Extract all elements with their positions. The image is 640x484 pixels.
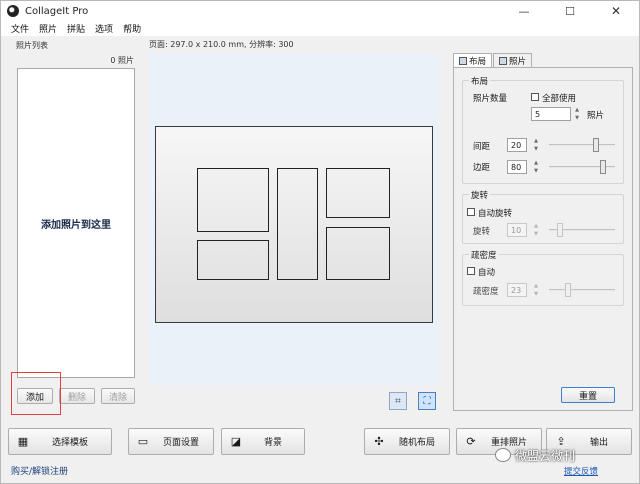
rotate-spinner[interactable]: ▲ ▼ — [532, 223, 540, 237]
feedback-link[interactable]: 提交反馈 — [564, 465, 598, 477]
watermark-text: 微盟云微刊 — [515, 449, 576, 463]
title-bar: CollageIt Pro — ☐ ✕ — [1, 1, 639, 21]
photo-slot[interactable] — [326, 168, 390, 218]
photo-slot[interactable] — [197, 168, 269, 232]
rotate-input[interactable]: 10 — [507, 223, 527, 237]
margin-slider-thumb[interactable] — [600, 160, 606, 174]
export-label: 输出 — [589, 438, 608, 448]
page-setup-label: 页面设置 — [162, 438, 199, 448]
add-button-highlight — [11, 372, 61, 415]
window-title: CollageIt Pro — [25, 5, 89, 17]
template-icon: ▦ — [17, 435, 29, 448]
photo-slot[interactable] — [277, 168, 318, 280]
auto-rotate-label: 自动旋转 — [478, 209, 513, 219]
photo-list-panel: 照片列表 0 照片 添加照片到这里 添加 删除 清除 — [11, 38, 142, 412]
random-layout-icon: ✣ — [374, 435, 384, 448]
density-group: 疏密度 自动 疏密度 23 ▲ ▼ — [462, 249, 624, 306]
photo-count-input[interactable]: 5 — [531, 107, 571, 121]
menu-photo[interactable]: 照片 — [39, 22, 57, 35]
spacing-input[interactable]: 20 — [507, 138, 527, 152]
auto-density-label: 自动 — [478, 268, 496, 278]
layout-group-title: 布局 — [469, 75, 491, 87]
density-spinner[interactable]: ▲ ▼ — [532, 283, 540, 297]
photo-drop-area[interactable]: 添加照片到这里 — [17, 68, 135, 378]
window-controls: — ☐ ✕ — [501, 1, 639, 21]
collage-page[interactable] — [155, 126, 433, 323]
select-template-button[interactable]: ▦ 选择模板 — [8, 428, 112, 455]
margin-label: 边距 — [473, 163, 491, 173]
canvas-area[interactable] — [149, 53, 439, 385]
spacing-label: 间距 — [473, 142, 491, 152]
auto-density-checkbox[interactable] — [467, 267, 475, 275]
watermark-logo-icon — [495, 448, 511, 462]
photo-slot[interactable] — [197, 240, 269, 280]
app-window: CollageIt Pro — ☐ ✕ 文件 照片 拼贴 选项 帮助 照片列表 … — [0, 0, 640, 484]
photo-slot[interactable] — [326, 227, 390, 280]
shuffle-icon: ⟳ — [466, 435, 476, 448]
spacing-slider-thumb[interactable] — [593, 138, 599, 152]
photo-count: 0 照片 — [110, 56, 134, 65]
background-button[interactable]: ◪ 背景 — [221, 428, 305, 455]
reset-button[interactable]: 重置 — [561, 387, 615, 403]
menu-help[interactable]: 帮助 — [123, 22, 141, 35]
rotation-group: 旋转 自动旋转 旋转 10 ▲ ▼ — [462, 189, 624, 244]
fit-page-icon[interactable]: ⌗ — [389, 392, 407, 410]
spacing-slider-track — [549, 144, 615, 146]
tab-layout-label: 布局 — [469, 56, 487, 67]
background-label: 背景 — [263, 438, 282, 448]
register-link[interactable]: 购买/解锁注册 — [11, 464, 68, 477]
margin-input[interactable]: 80 — [507, 160, 527, 174]
menu-options[interactable]: 选项 — [95, 22, 113, 35]
random-layout-button[interactable]: ✣ 随机布局 — [364, 428, 450, 455]
menu-collage[interactable]: 拼贴 — [67, 22, 85, 35]
photo-count-label: 照片数量 — [473, 94, 508, 104]
tab-photo[interactable]: 照片 — [493, 53, 533, 67]
density-group-title: 疏密度 — [469, 249, 499, 261]
page-setup-button[interactable]: ▭ 页面设置 — [128, 428, 214, 455]
use-all-label: 全部使用 — [542, 94, 577, 104]
density-slider-thumb[interactable] — [565, 283, 571, 297]
background-icon: ◪ — [230, 435, 242, 448]
rotation-group-title: 旋转 — [469, 189, 491, 201]
select-template-label: 选择模板 — [51, 438, 88, 448]
rotate-slider-thumb[interactable] — [557, 223, 563, 237]
maximize-button[interactable]: ☐ — [547, 1, 593, 21]
delete-photo-button[interactable]: 删除 — [59, 388, 95, 404]
settings-tabs: 布局 照片 — [453, 53, 533, 67]
layout-group: 布局 照片数量 全部使用 5 ▲ ▼ 照片 间距 20 ▲ ▼ 边距 80 ▲ ▼ — [462, 75, 624, 184]
photo-count-spinner[interactable]: ▲ ▼ — [573, 107, 581, 121]
app-logo-icon — [7, 5, 19, 17]
auto-rotate-checkbox[interactable] — [467, 208, 475, 216]
rotate-label: 旋转 — [473, 227, 491, 237]
drop-hint: 添加照片到这里 — [41, 219, 111, 231]
density-label: 疏密度 — [473, 287, 499, 297]
density-input[interactable]: 23 — [507, 283, 527, 297]
margin-spinner[interactable]: ▲ ▼ — [532, 160, 540, 174]
spacing-spinner[interactable]: ▲ ▼ — [532, 138, 540, 152]
menu-bar: 文件 照片 拼贴 选项 帮助 — [1, 21, 639, 36]
close-button[interactable]: ✕ — [593, 1, 639, 21]
photo-unit-label: 照片 — [587, 111, 605, 121]
layout-settings-panel: 布局 照片数量 全部使用 5 ▲ ▼ 照片 间距 20 ▲ ▼ 边距 80 ▲ ▼ 旋… — [453, 67, 633, 411]
fullscreen-icon[interactable]: ⛶ — [418, 392, 436, 410]
use-all-checkbox[interactable] — [531, 93, 539, 101]
photo-icon — [499, 56, 508, 65]
photo-list-title: 照片列表 — [16, 41, 48, 50]
density-slider-track — [549, 289, 615, 291]
page-setup-icon: ▭ — [137, 435, 149, 448]
minimize-button[interactable]: — — [501, 1, 547, 21]
layout-icon — [459, 56, 467, 65]
tab-photo-label: 照片 — [509, 56, 527, 67]
clear-photos-button[interactable]: 清除 — [101, 388, 135, 404]
tab-layout[interactable]: 布局 — [453, 53, 493, 67]
random-layout-label: 随机布局 — [398, 438, 435, 448]
menu-file[interactable]: 文件 — [11, 22, 29, 35]
page-info: 页面: 297.0 x 210.0 mm, 分辨率: 300 — [149, 40, 294, 49]
